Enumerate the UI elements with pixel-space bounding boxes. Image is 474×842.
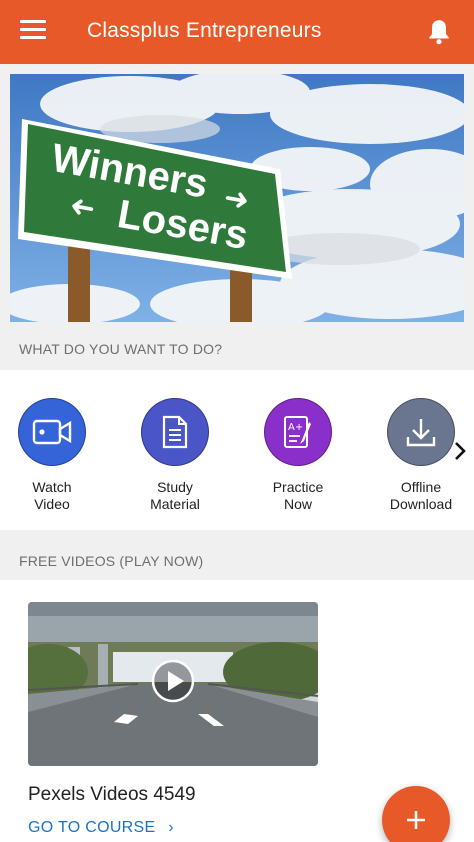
go-to-course-link[interactable]: GO TO COURSE › (28, 819, 174, 837)
menu-icon[interactable] (20, 20, 46, 42)
chevron-right-icon[interactable] (452, 440, 468, 462)
section-title: FREE VIDEOS (PLAY NOW) (19, 553, 204, 569)
section-title: WHAT DO YOU WANT TO DO? (19, 341, 223, 357)
section-header-videos: FREE VIDEOS (PLAY NOW) (0, 538, 474, 584)
test-paper-icon: A+ (264, 398, 332, 466)
go-to-course-label: GO TO COURSE (28, 819, 156, 836)
download-icon (387, 398, 455, 466)
action-practice-now[interactable]: A+ Practice Now (243, 398, 353, 513)
action-watch-video[interactable]: Watch Video (0, 398, 107, 513)
section-header-actions: WHAT DO YOU WANT TO DO? (0, 326, 474, 372)
plus-icon (407, 811, 425, 829)
document-icon (141, 398, 209, 466)
video-title: Pexels Videos 4549 (28, 784, 196, 805)
action-label: Watch Video (32, 479, 72, 512)
play-icon[interactable] (151, 659, 195, 703)
chevron-right-icon: › (168, 819, 174, 836)
app-bar: Classplus Entrepreneurs (0, 0, 474, 64)
svg-text:A+: A+ (288, 422, 303, 433)
app-title: Classplus Entrepreneurs (87, 19, 322, 42)
bell-icon[interactable] (426, 18, 452, 46)
action-label: Offline Download (389, 479, 453, 512)
promo-banner[interactable]: Winners ➜ ➜ Losers (10, 74, 464, 322)
action-study-material[interactable]: Study Material (120, 398, 230, 513)
quick-actions: Watch Video Study Material A+ Practice N… (0, 370, 474, 530)
action-label: Study Material (150, 479, 200, 512)
video-thumbnail[interactable] (28, 602, 318, 766)
video-camera-icon (18, 398, 86, 466)
action-label: Practice Now (272, 479, 324, 512)
